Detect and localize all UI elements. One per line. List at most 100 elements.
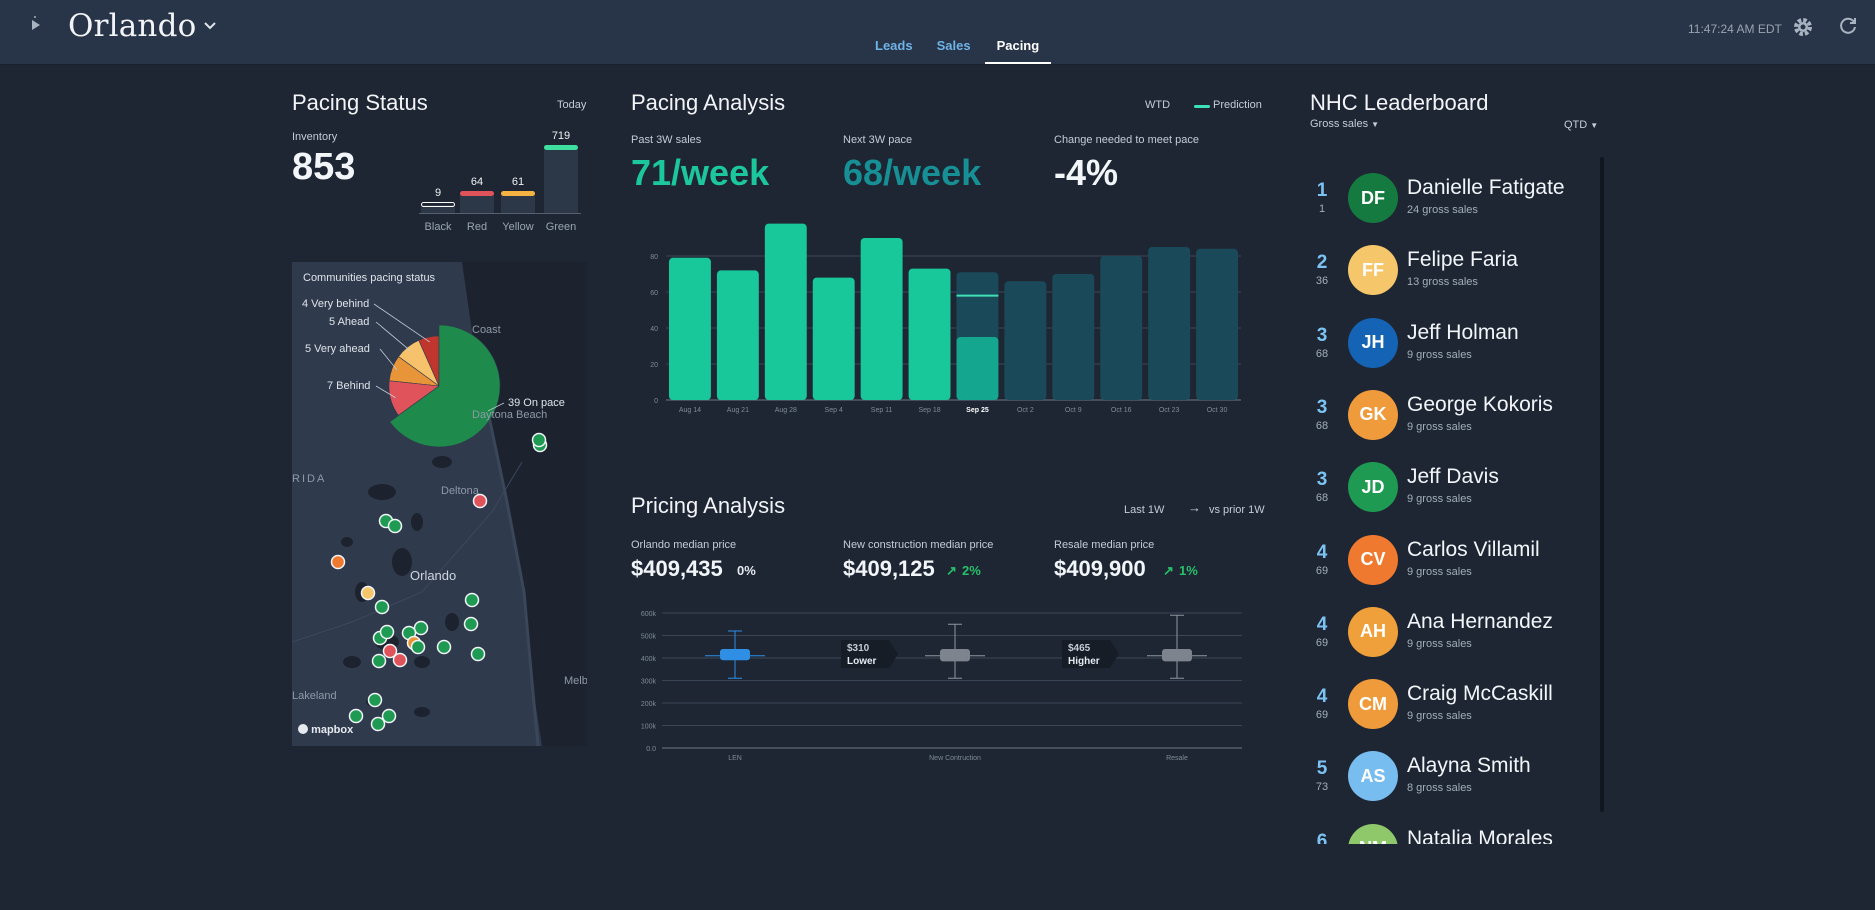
avatar[interactable]: CM [1348,679,1398,730]
leaderboard-row[interactable]: 4 69 CV Carlos Villamil 9 gross sales [1310,522,1600,594]
community-marker[interactable] [464,592,480,608]
y-tick-label: 100k [641,724,657,731]
chevron-down-icon[interactable] [203,18,217,36]
community-marker[interactable] [413,620,429,636]
leaderboard-name[interactable]: Natalia Morales [1407,827,1553,844]
avatar[interactable]: DF [1348,173,1398,223]
leaderboard-subrank: 69 [1315,636,1329,649]
community-marker[interactable] [470,646,486,662]
community-marker[interactable] [374,599,390,615]
gear-icon[interactable] [1792,16,1814,44]
avatar[interactable]: NM [1348,823,1398,844]
community-marker[interactable] [330,554,346,570]
leaderboard-name[interactable]: Carlos Villamil [1407,538,1540,562]
leaderboard-metric-select[interactable]: Gross sales ▼ [1310,118,1379,130]
avatar[interactable]: AS [1348,751,1398,802]
leaderboard-row[interactable]: 3 68 JH Jeff Holman 9 gross sales [1310,305,1600,377]
status-bar-yellow[interactable] [501,194,535,213]
box-iqr[interactable] [940,649,970,662]
community-marker[interactable] [360,585,376,601]
pacing-bar-chart[interactable]: 0 20 40 60 80 Aug 14 Aug 21 Aug 28 Sep 4 Sep 11 Se… [630,212,1250,417]
community-marker[interactable] [392,652,408,668]
market-title[interactable]: Orlando [68,8,197,44]
community-marker[interactable] [387,518,403,534]
leaderboard-name[interactable]: Craig McCaskill [1407,682,1553,706]
x-tick-label: Aug 28 [775,407,797,414]
leaderboard-row[interactable]: 2 36 FF Felipe Faria 13 gross sales [1310,232,1600,304]
community-marker[interactable] [348,708,364,724]
map-canvas[interactable] [292,262,587,746]
avatar[interactable]: GK [1348,389,1398,440]
community-marker[interactable] [370,716,386,732]
y-tick-label: 60 [650,290,658,297]
leaderboard-name[interactable]: Alayna Smith [1407,754,1531,778]
status-bar-green[interactable] [544,148,578,213]
community-marker[interactable] [463,616,479,632]
leaderboard-row[interactable]: 6 73 NM Natalia Morales [1310,811,1600,844]
box-iqr[interactable] [1162,649,1192,662]
bar-actual[interactable] [716,270,759,400]
bar-forecast[interactable] [1052,274,1095,400]
leaderboard-row[interactable]: 1 1 DF Danielle Fatigate 24 gross sales [1310,160,1600,232]
leaderboard-count: 24 gross sales [1407,204,1478,216]
leaderboard-row[interactable]: 3 68 JD Jeff Davis 9 gross sales [1310,449,1600,521]
bar-forecast[interactable] [1100,256,1143,400]
clock: 11:47:24 AM EDT [1688,22,1782,36]
tab-leads[interactable]: Leads [865,38,923,64]
bar-actual[interactable] [812,277,855,400]
refresh-icon[interactable] [1837,15,1859,43]
leaderboard-row[interactable]: 5 73 AS Alayna Smith 8 gross sales [1310,738,1600,810]
communities-map[interactable]: Communities pacing status 4 Very behind … [292,262,587,746]
community-marker[interactable] [379,624,395,640]
sidebar-toggle-icon[interactable] [30,14,52,40]
leaderboard-list[interactable]: 1 1 DF Danielle Fatigate 24 gross sales … [1310,150,1600,844]
box-iqr[interactable] [720,649,750,661]
leaderboard-row[interactable]: 4 69 CM Craig McCaskill 9 gross sales [1310,666,1600,738]
leaderboard-name[interactable]: Danielle Fatigate [1407,176,1565,200]
leaderboard-name[interactable]: Ana Hernandez [1407,610,1553,634]
bar-forecast[interactable] [1148,247,1191,400]
leaderboard-scrollbar[interactable] [1600,157,1604,812]
community-marker[interactable] [371,653,387,669]
avatar[interactable]: JD [1348,462,1398,513]
pricing-period[interactable]: Last 1W [1124,504,1164,516]
x-tick-label: Sep 4 [825,407,843,414]
leaderboard-name[interactable]: Felipe Faria [1407,248,1518,272]
pricing-compare[interactable]: vs prior 1W [1209,504,1265,516]
place-florida: RIDA [292,473,327,485]
status-bar-red[interactable] [460,193,494,213]
bar-actual[interactable] [669,257,711,400]
pacing-status-period[interactable]: Today [557,99,586,111]
map-info-icon[interactable] [567,728,577,738]
mapbox-logo[interactable]: mapbox [298,724,353,736]
status-value-green: 719 [551,130,571,142]
community-marker[interactable] [367,692,383,708]
bar-actual[interactable] [908,268,951,400]
leaderboard-period-select[interactable]: QTD ▼ [1564,119,1598,131]
tab-sales[interactable]: Sales [927,38,981,64]
community-marker[interactable] [531,432,547,448]
bar-forecast[interactable] [1196,248,1238,400]
community-marker[interactable] [381,708,397,724]
bar-actual[interactable] [860,238,903,400]
avatar[interactable]: AH [1348,606,1398,657]
avatar[interactable]: CV [1348,534,1398,585]
y-tick-label: 600k [641,611,657,618]
price-new-label: New construction median price [843,539,994,551]
avatar[interactable]: JH [1348,317,1398,368]
leaderboard-name[interactable]: Jeff Holman [1407,321,1519,345]
bar-actual[interactable] [764,223,807,400]
community-marker[interactable] [436,639,452,655]
avatar[interactable]: FF [1348,245,1398,296]
leaderboard-row[interactable]: 3 68 GK George Kokoris 9 gross sales [1310,377,1600,449]
bar-forecast[interactable] [1004,281,1047,400]
wtd-toggle[interactable]: WTD [1145,99,1170,111]
bar-actual[interactable] [956,337,999,400]
leaderboard-row[interactable]: 4 69 AH Ana Hernandez 9 gross sales [1310,594,1600,666]
leaderboard-name[interactable]: George Kokoris [1407,393,1553,417]
pricing-box-chart[interactable]: 0.0 100k 200k 300k 400k 500k 600k LEN New Contru… [630,603,1250,763]
community-marker[interactable] [410,639,426,655]
price-new-value: $409,125 [843,556,935,581]
tab-pacing[interactable]: Pacing [984,38,1052,64]
leaderboard-name[interactable]: Jeff Davis [1407,465,1499,489]
